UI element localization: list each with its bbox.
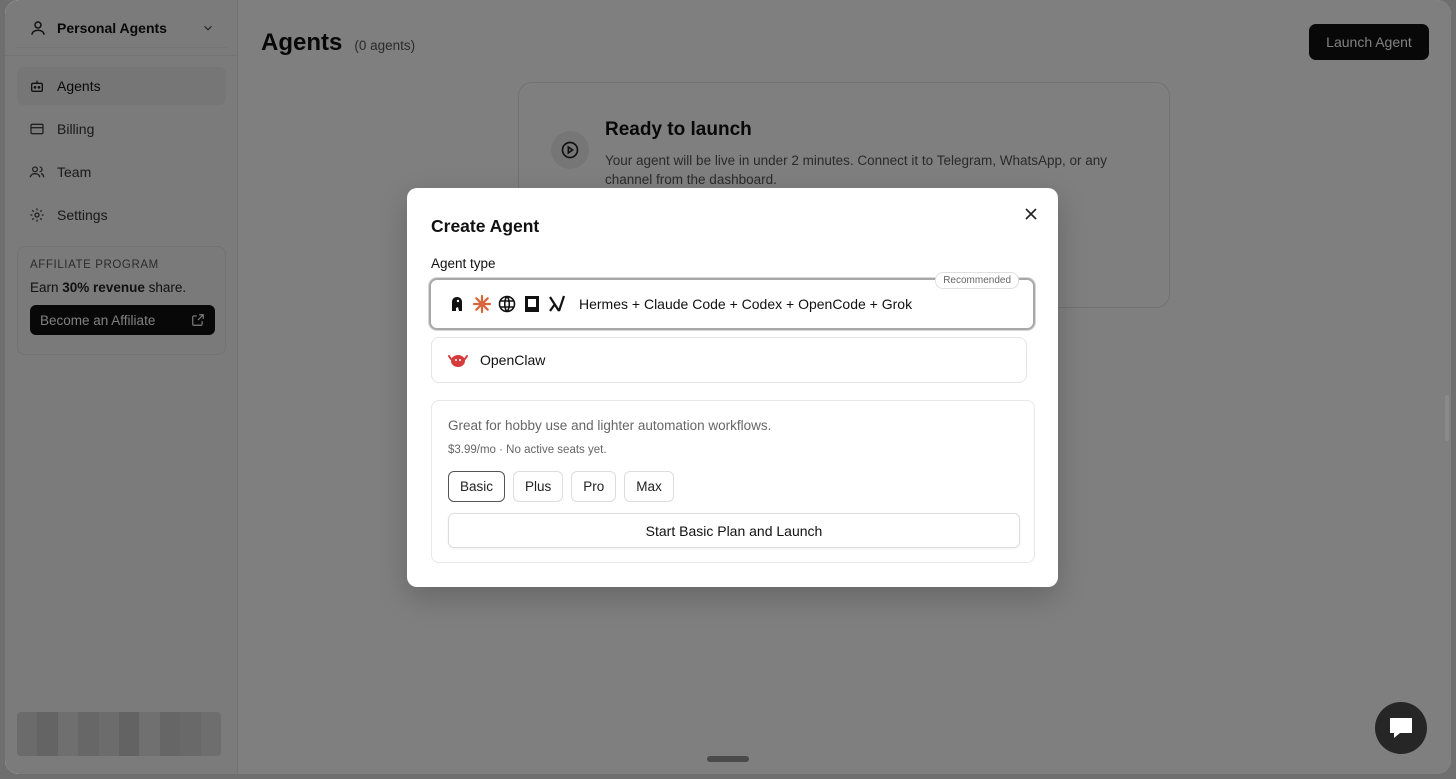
plan-tab-max[interactable]: Max: [624, 471, 674, 502]
openclaw-icon: [448, 355, 468, 367]
create-agent-modal: Create Agent Agent type Hermes + Claude …: [407, 188, 1058, 587]
plan-tab-plus[interactable]: Plus: [513, 471, 564, 502]
chat-button[interactable]: [1375, 702, 1427, 754]
app-window: Personal Agents Agents Billing Team Sett…: [5, 0, 1451, 774]
recommended-badge: Recommended: [935, 272, 1019, 289]
close-icon: [1025, 208, 1037, 220]
modal-title: Create Agent: [431, 216, 540, 236]
agent-option-label: OpenClaw: [480, 352, 546, 368]
chat-icon: [1390, 718, 1412, 738]
plan-tab-pro[interactable]: Pro: [571, 471, 617, 502]
agent-logos: [448, 350, 468, 370]
agent-option-hermes-bundle[interactable]: Hermes + Claude Code + Codex + OpenCode …: [429, 272, 1035, 330]
codex-icon: [498, 295, 516, 313]
plan-tab-basic[interactable]: Basic: [448, 471, 506, 502]
agent-option-openclaw[interactable]: OpenClaw: [431, 337, 1027, 383]
close-button[interactable]: [1021, 204, 1041, 224]
plan-description: Great for hobby use and lighter automati…: [448, 418, 772, 433]
opencode-icon: [525, 296, 539, 312]
plan-tabs: Basic Plus Pro Max: [448, 471, 674, 502]
grok-icon: [549, 295, 566, 312]
home-indicator: [707, 756, 749, 762]
plan-price: $3.99/mo · No active seats yet.: [448, 444, 607, 456]
scroll-handle[interactable]: [1445, 395, 1449, 441]
claude-icon: [472, 294, 492, 314]
agent-option-label: Hermes + Claude Code + Codex + OpenCode …: [579, 296, 913, 312]
start-plan-button[interactable]: Start Basic Plan and Launch: [448, 513, 1020, 548]
agent-logos: [447, 294, 567, 314]
plan-selector: Great for hobby use and lighter automati…: [431, 400, 1035, 563]
agent-type-label: Agent type: [431, 256, 496, 271]
hermes-icon: [452, 297, 462, 311]
